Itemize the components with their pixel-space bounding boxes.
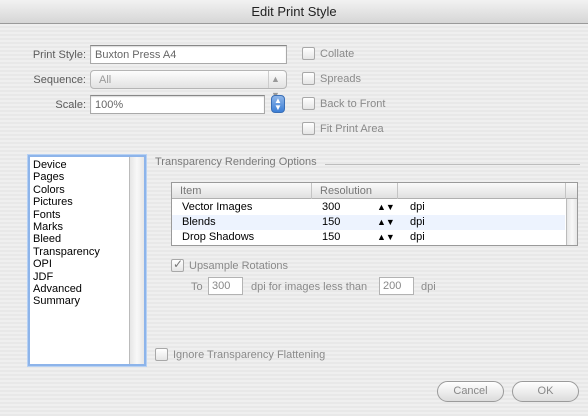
dpi-for-label: dpi for images less than [251, 281, 368, 293]
spreads-checkbox[interactable] [302, 72, 315, 85]
back-to-front-checkbox[interactable] [302, 97, 315, 110]
row-item: Blends [182, 216, 216, 228]
list-item-pages[interactable]: Pages [30, 171, 144, 183]
category-list[interactable]: Device Pages Colors Pictures Fonts Marks… [28, 155, 146, 366]
scale-field[interactable]: 100% [90, 95, 265, 114]
row-resolution[interactable]: 150 [322, 230, 340, 245]
resolution-arrows-icon[interactable]: ▲▼ [377, 230, 395, 245]
row-resolution[interactable]: 300 [322, 200, 340, 215]
table-row[interactable]: Drop Shadows 150 ▲▼ dpi [172, 230, 565, 245]
list-item-opi[interactable]: OPI [30, 258, 144, 270]
sequence-popup[interactable]: All ▲▼ [90, 70, 287, 100]
row-resolution[interactable]: 150 [322, 215, 340, 230]
list-item-colors[interactable]: Colors [30, 184, 144, 196]
sequence-label: Sequence: [33, 74, 86, 86]
column-header-resolution[interactable]: Resolution [312, 183, 398, 199]
fit-print-area-label: Fit Print Area [320, 123, 384, 135]
row-unit: dpi [410, 216, 425, 228]
sequence-value: All [99, 74, 112, 86]
collate-label: Collate [320, 48, 355, 60]
less-than-field[interactable]: 200 [379, 277, 414, 295]
print-style-field[interactable]: Buxton Press A4 [90, 45, 287, 64]
window-title: Edit Print Style [0, 0, 588, 24]
fit-print-area-checkbox[interactable] [302, 122, 315, 135]
row-unit: dpi [410, 231, 425, 243]
spreads-label: Spreads [320, 73, 361, 85]
column-header-blank [398, 183, 566, 199]
upsample-to-field[interactable]: 300 [208, 277, 243, 295]
resolution-arrows-icon[interactable]: ▲▼ [377, 215, 395, 230]
list-item-summary[interactable]: Summary [30, 295, 144, 307]
list-item-transparency[interactable]: Transparency [30, 246, 144, 258]
column-header-item[interactable]: Item [172, 183, 312, 199]
table-row[interactable]: Blends 150 ▲▼ dpi [172, 215, 565, 230]
ignore-flattening-label: Ignore Transparency Flattening [173, 349, 326, 361]
resolution-arrows-icon[interactable]: ▲▼ [377, 200, 395, 215]
table-row[interactable]: Vector Images 300 ▲▼ dpi [172, 200, 565, 215]
row-unit: dpi [410, 201, 425, 213]
list-item-jdf[interactable]: JDF [30, 271, 144, 283]
section-divider [325, 164, 580, 165]
section-title: Transparency Rendering Options [155, 156, 317, 168]
ok-button[interactable]: OK [512, 381, 579, 402]
popup-arrows-icon: ▲▼ [268, 71, 282, 100]
scale-label: Scale: [55, 99, 86, 111]
resolution-table: Item Resolution Vector Images 300 ▲▼ dpi… [171, 182, 578, 246]
scale-stepper-icon[interactable]: ▲ ▼ [271, 95, 285, 113]
print-style-label: Print Style: [32, 49, 86, 61]
list-item-device[interactable]: Device [30, 159, 144, 171]
ignore-flattening-checkbox[interactable] [155, 348, 168, 361]
back-to-front-label: Back to Front [320, 98, 386, 110]
to-label: To [191, 281, 203, 293]
upsample-rotations-label: Upsample Rotations [189, 260, 289, 272]
table-scrollbar[interactable] [566, 199, 577, 245]
list-item-pictures[interactable]: Pictures [30, 196, 144, 208]
upsample-rotations-checkbox[interactable] [171, 257, 184, 272]
list-scrollbar[interactable] [129, 157, 144, 364]
dpi-label: dpi [421, 281, 436, 293]
cancel-button[interactable]: Cancel [437, 381, 504, 402]
table-header: Item Resolution [172, 183, 577, 199]
list-item-fonts[interactable]: Fonts [30, 209, 144, 221]
list-item-marks[interactable]: Marks [30, 221, 144, 233]
row-item: Drop Shadows [182, 231, 255, 243]
list-item-bleed[interactable]: Bleed [30, 233, 144, 245]
row-item: Vector Images [182, 201, 253, 213]
list-item-advanced[interactable]: Advanced [30, 283, 144, 295]
collate-checkbox[interactable] [302, 47, 315, 60]
